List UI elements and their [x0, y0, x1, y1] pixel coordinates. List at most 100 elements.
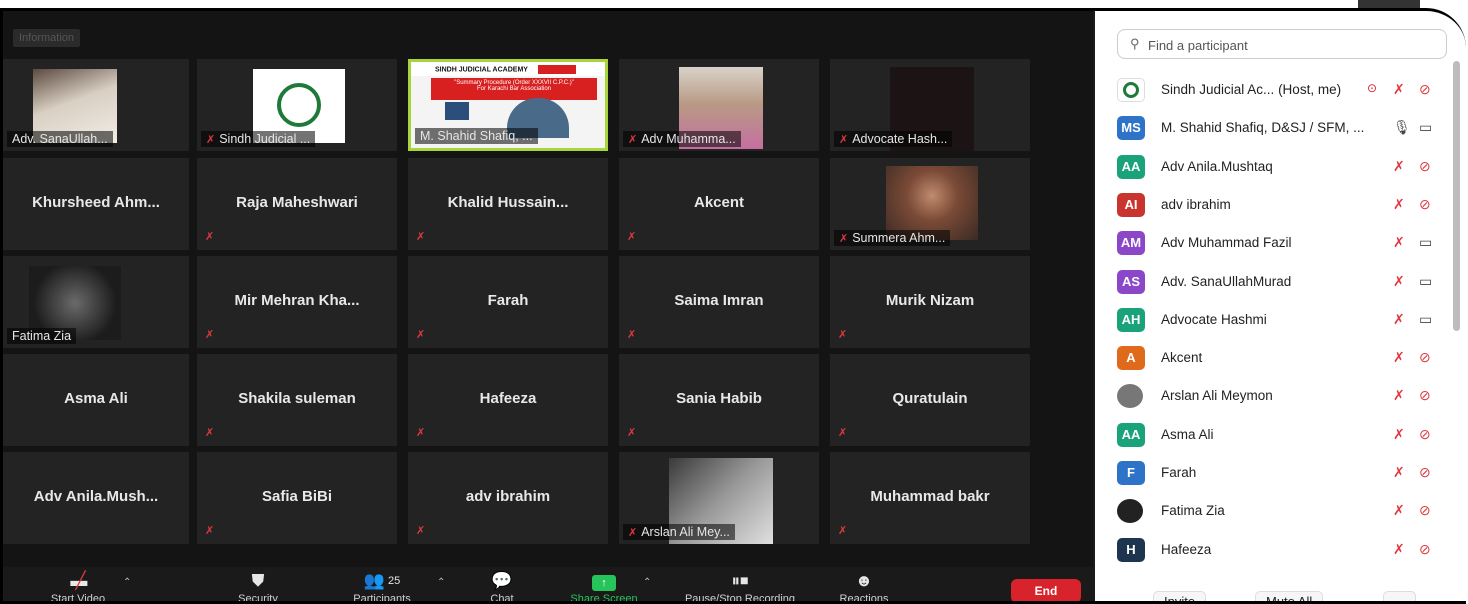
reactions-button[interactable]: ☻ Reactions [831, 571, 897, 601]
video-tile[interactable]: SINDH JUDICIAL ACADEMY "Summary Procedure… [408, 59, 608, 151]
muted-mic-icon[interactable]: ✗ [1393, 311, 1405, 328]
info-chip[interactable]: Information [13, 29, 81, 47]
participants-panel: ⚲ Sindh Judicial Ac... (Host, me) ⊙ ✗ ⊘ MS M.… [1095, 11, 1466, 601]
participant-row[interactable]: AM Adv Muhammad Fazil ✗ ▭ [1117, 224, 1443, 262]
chat-icon: 💬 [491, 571, 513, 590]
camera-on-icon[interactable]: ▭ [1419, 311, 1432, 328]
participant-row[interactable]: AI adv ibrahim ✗ ⊘ [1117, 186, 1443, 224]
share-screen-button[interactable]: ↑ Share Screen [559, 571, 649, 601]
video-tile[interactable]: Shakila suleman ✗ [197, 354, 397, 446]
camera-on-icon[interactable]: ▭ [1419, 234, 1432, 251]
video-tile[interactable]: ✗ Summera Ahm... [830, 158, 1030, 250]
share-options-caret[interactable]: ⌃ [643, 577, 651, 588]
video-tile[interactable]: ✗ Advocate Hash... [830, 59, 1030, 151]
muted-mic-icon[interactable]: ✗ [1393, 426, 1405, 443]
more-options-button[interactable]: ... [1383, 591, 1416, 601]
video-tile[interactable]: Adv Anila.Mush... [3, 452, 189, 544]
video-options-caret[interactable]: ⌃ [123, 577, 131, 588]
camera-off-icon[interactable]: ⊘ [1419, 196, 1431, 213]
participant-list-scrollbar[interactable] [1453, 61, 1460, 331]
participant-name: Adv Muhammad Fazil [1161, 235, 1292, 251]
muted-mic-icon[interactable]: ✗ [1393, 502, 1405, 519]
video-tile[interactable]: Saima Imran ✗ [619, 256, 819, 348]
muted-mic-icon[interactable]: ✗ [1393, 464, 1405, 481]
participant-row[interactable]: Sindh Judicial Ac... (Host, me) ⊙ ✗ ⊘ [1117, 71, 1443, 109]
video-tile[interactable]: ✗ Adv Muhamma... [619, 59, 819, 151]
camera-off-icon[interactable]: ⊘ [1419, 387, 1431, 404]
muted-mic-icon: ✗ [838, 329, 848, 341]
video-tile[interactable]: Raja Maheshwari ✗ [197, 158, 397, 250]
search-input[interactable] [1148, 35, 1438, 55]
participant-name: M. Shahid Shafiq, ... [420, 129, 533, 143]
muted-mic-icon: ✗ [628, 527, 638, 539]
participant-row[interactable]: F Farah ✗ ⊘ [1117, 454, 1443, 492]
muted-mic-icon[interactable]: ✗ [1393, 81, 1405, 98]
participant-video [886, 166, 978, 240]
video-tile[interactable]: Safia BiBi ✗ [197, 452, 397, 544]
video-off-icon: ▬╱ [70, 571, 88, 590]
camera-on-icon[interactable]: ▭ [1419, 119, 1432, 136]
avatar [1117, 78, 1145, 102]
video-tile[interactable]: Khursheed Ahm... [3, 158, 189, 250]
camera-off-icon[interactable]: ⊘ [1419, 464, 1431, 481]
participant-row[interactable]: AS Adv. SanaUllahMurad ✗ ▭ [1117, 263, 1443, 301]
chat-button[interactable]: 💬 Chat [479, 571, 525, 601]
camera-off-icon[interactable]: ⊘ [1419, 426, 1431, 443]
start-video-button[interactable]: ▬╱ Start Video [43, 571, 113, 601]
video-tile[interactable]: ✗ Sindh Judicial ... [197, 59, 397, 151]
participants-options-caret[interactable]: ⌃ [437, 577, 445, 588]
video-tile[interactable]: Adv. SanaUllah... [3, 59, 189, 151]
mute-all-button[interactable]: Mute All [1255, 591, 1324, 601]
search-icon: ⚲ [1130, 36, 1140, 51]
avatar: AI [1117, 192, 1145, 217]
video-tile[interactable]: Farah ✗ [408, 256, 608, 348]
camera-off-icon[interactable]: ⊘ [1419, 541, 1431, 558]
muted-mic-icon[interactable]: ✗ [1393, 541, 1405, 558]
video-tile[interactable]: Fatima Zia [3, 256, 189, 348]
muted-mic-icon[interactable]: ✗ [1393, 387, 1405, 404]
muted-mic-icon[interactable]: ✗ [1393, 349, 1405, 366]
video-tile[interactable]: Quratulain ✗ [830, 354, 1030, 446]
video-tile[interactable]: Muhammad bakr ✗ [830, 452, 1030, 544]
participant-name: Saima Imran [674, 292, 764, 309]
muted-mic-icon[interactable]: ✗ [1393, 196, 1405, 213]
mic-on-icon[interactable]: 🎙 [1393, 119, 1411, 136]
avatar: AS [1117, 269, 1145, 294]
camera-off-icon[interactable]: ⊘ [1419, 349, 1431, 366]
recording-button[interactable]: ⏸⏹ Pause/Stop Recording [667, 571, 813, 601]
video-tile[interactable]: ✗ Arslan Ali Mey... [619, 452, 819, 544]
video-tile[interactable]: adv ibrahim ✗ [408, 452, 608, 544]
camera-off-icon[interactable]: ⊘ [1419, 158, 1431, 175]
participant-row[interactable]: A Akcent ✗ ⊘ [1117, 339, 1443, 377]
end-meeting-button[interactable]: End [1011, 579, 1081, 601]
video-tile[interactable]: Murik Nizam ✗ [830, 256, 1030, 348]
participant-row[interactable]: AA Adv Anila.Mushtaq ✗ ⊘ [1117, 148, 1443, 186]
participants-button[interactable]: 👥 25 Participants [339, 571, 425, 601]
participant-row[interactable]: AA Asma Ali ✗ ⊘ [1117, 416, 1443, 454]
avatar: AA [1117, 154, 1145, 179]
participant-row[interactable]: AH Advocate Hashmi ✗ ▭ [1117, 301, 1443, 339]
participant-name: Murik Nizam [885, 292, 975, 309]
participant-label: ✗ Advocate Hash... [834, 131, 953, 147]
camera-off-icon[interactable]: ⊘ [1419, 81, 1431, 98]
video-tile[interactable]: Hafeeza ✗ [408, 354, 608, 446]
participant-label: M. Shahid Shafiq, ... [415, 128, 538, 144]
video-tile[interactable]: Khalid Hussain... ✗ [408, 158, 608, 250]
camera-on-icon[interactable]: ▭ [1419, 273, 1432, 290]
video-tile[interactable]: Sania Habib ✗ [619, 354, 819, 446]
camera-off-icon[interactable]: ⊘ [1419, 502, 1431, 519]
participant-row[interactable]: Arslan Ali Meymon ✗ ⊘ [1117, 377, 1443, 415]
muted-mic-icon[interactable]: ✗ [1393, 234, 1405, 251]
participant-name: Asma Ali [64, 390, 128, 407]
security-button[interactable]: ⛊ Security [227, 571, 289, 601]
participant-row[interactable]: Fatima Zia ✗ ⊘ [1117, 492, 1443, 530]
video-tile[interactable]: Asma Ali [3, 354, 189, 446]
muted-mic-icon[interactable]: ✗ [1393, 158, 1405, 175]
video-tile[interactable]: Mir Mehran Kha... ✗ [197, 256, 397, 348]
video-tile[interactable]: Akcent ✗ [619, 158, 819, 250]
participant-row[interactable]: MS M. Shahid Shafiq, D&SJ / SFM, ... 🎙 ▭ [1117, 109, 1443, 147]
avatar: AM [1117, 231, 1145, 256]
participant-row[interactable]: H Hafeeza ✗ ⊘ [1117, 531, 1443, 569]
muted-mic-icon[interactable]: ✗ [1393, 273, 1405, 290]
invite-button[interactable]: Invite [1153, 591, 1207, 601]
